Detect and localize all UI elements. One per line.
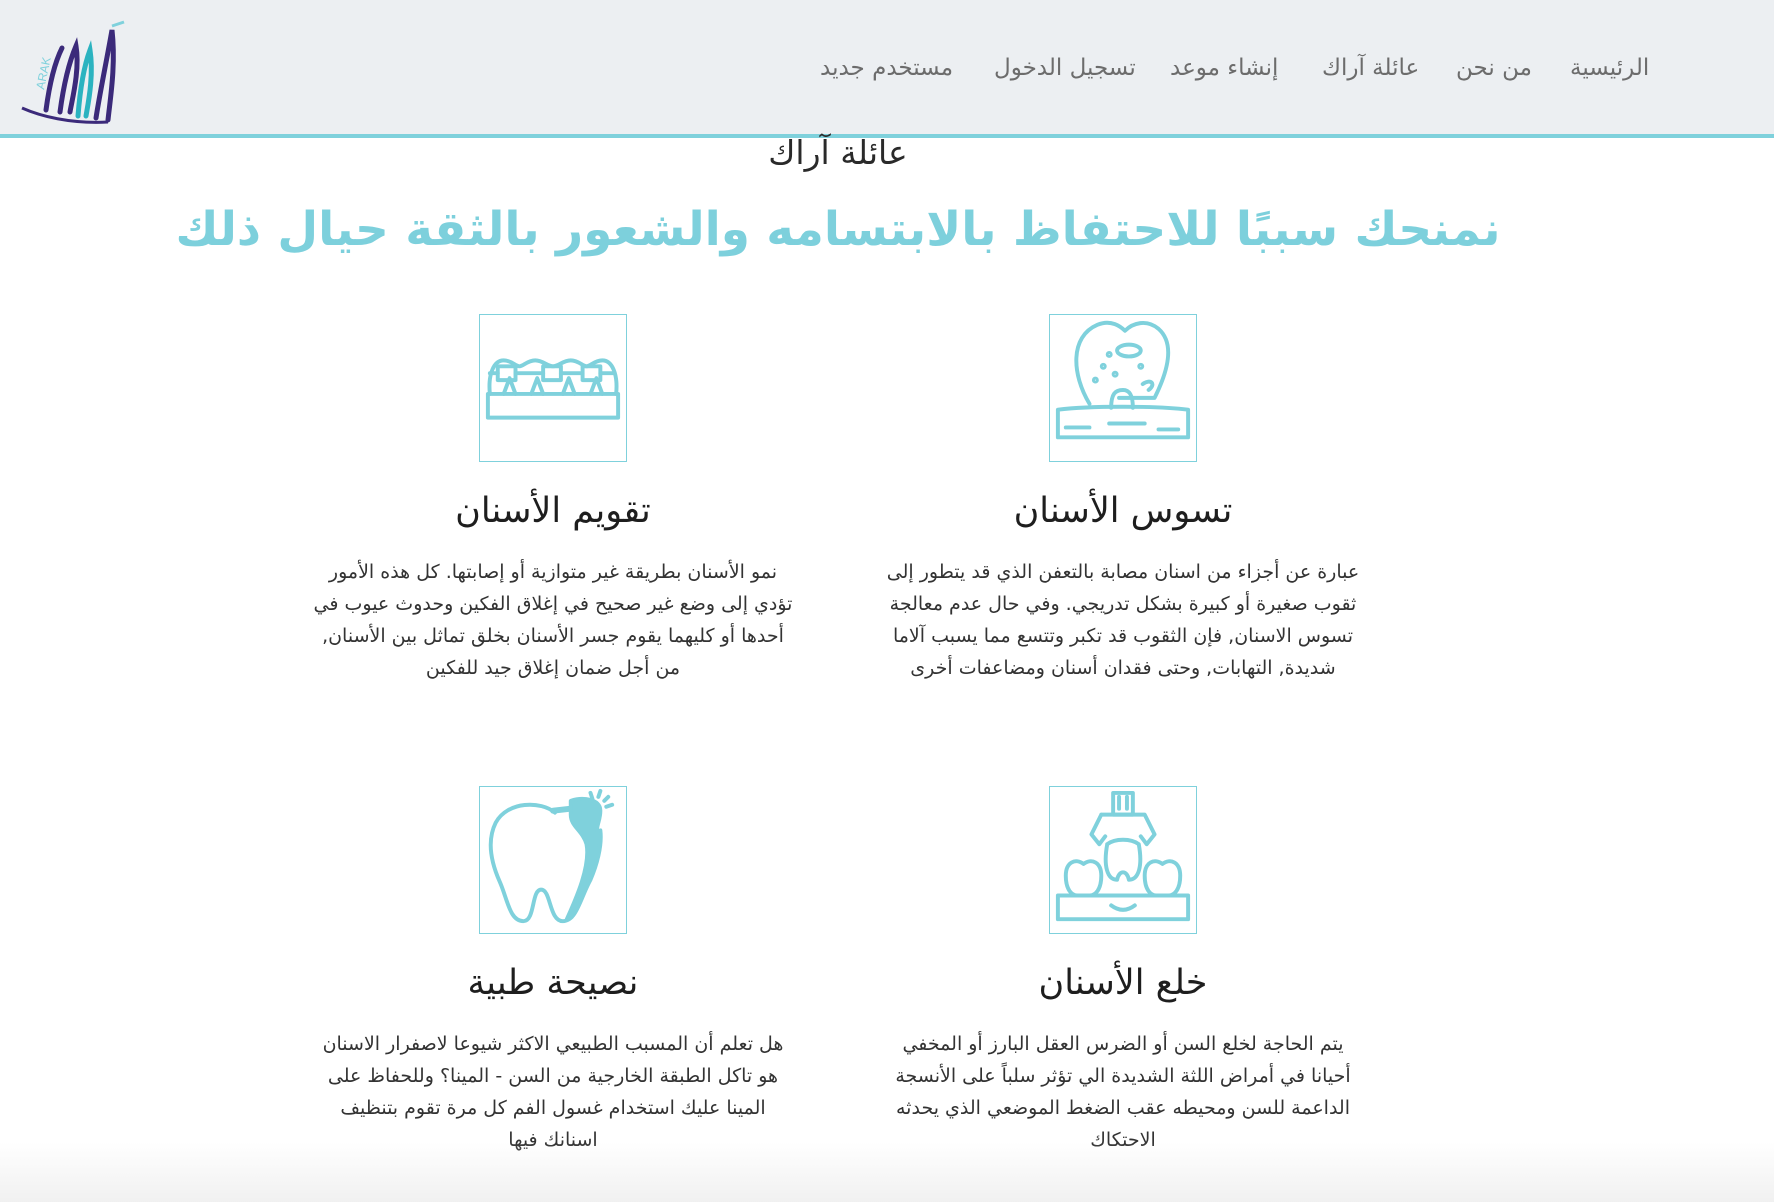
card-description: نمو الأسنان بطريقة غير متوازية أو إصابته…: [313, 561, 793, 679]
arak-logo[interactable]: ARAK: [20, 20, 130, 128]
section-tagline: نمنحك سببًا للاحتفاظ بالابتسامه والشعور …: [175, 202, 1501, 257]
nav-family-link[interactable]: عائلة آراك: [1322, 55, 1419, 81]
card-title: تقويم الأسنان: [455, 491, 651, 531]
tooth-decay-icon: [1049, 314, 1197, 462]
card-title: خلع الأسنان: [1038, 963, 1208, 1003]
nav-appointment-link[interactable]: إنشاء موعد: [1170, 55, 1278, 81]
card-description: عبارة عن أجزاء من اسنان مصابة بالتعفن ال…: [886, 561, 1360, 679]
card-description: هل تعلم أن المسبب الطبيعي الاكثر شيوعا ل…: [322, 1033, 784, 1151]
braces-icon: [479, 314, 627, 462]
tooth-extraction-icon: [1049, 786, 1197, 934]
nav-about-link[interactable]: من نحن: [1456, 55, 1532, 81]
card-title: نصيحة طبية: [467, 963, 639, 1003]
bottom-fade: [0, 1142, 1774, 1202]
top-navbar: ARAK الرئيسية من نحن عائلة آراك إنشاء مو…: [0, 0, 1774, 138]
tooth-whitening-icon: [479, 786, 627, 934]
nav-login-link[interactable]: تسجيل الدخول: [994, 55, 1136, 81]
card-title: تسوس الأسنان: [1013, 491, 1233, 531]
section-title: عائلة آراك: [768, 133, 908, 172]
card-description: يتم الحاجة لخلع السن أو الضرس العقل البا…: [895, 1033, 1351, 1151]
nav-register-link[interactable]: مستخدم جديد: [820, 55, 953, 81]
nav-home-link[interactable]: الرئيسية: [1570, 55, 1649, 81]
